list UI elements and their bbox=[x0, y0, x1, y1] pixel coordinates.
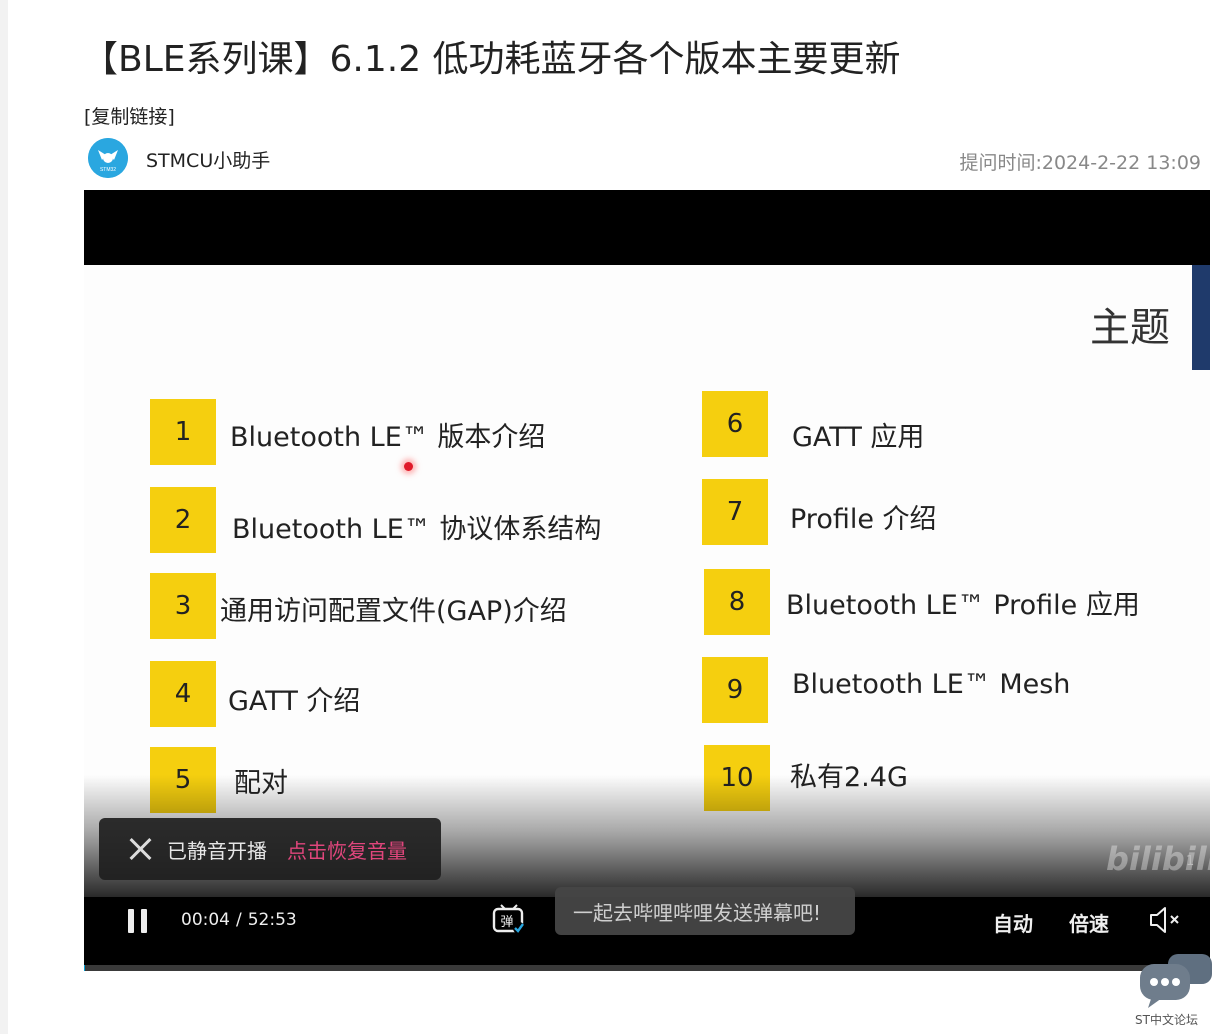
video-player[interactable]: 主题 1 Bluetooth LE™ 版本介绍 2 Bluetooth LE™ … bbox=[84, 190, 1210, 971]
topic-text: Profile 介绍 bbox=[790, 504, 937, 535]
topic-text: 通用访问配置文件(GAP)介绍 bbox=[220, 596, 567, 627]
topic-text: Bluetooth LE™ Profile 应用 bbox=[786, 590, 1140, 621]
ask-time: 提问时间:2024-2-22 13:09 bbox=[959, 148, 1201, 175]
topic-number: 4 bbox=[150, 661, 216, 727]
topic-text: GATT 应用 bbox=[792, 422, 925, 453]
topic-number: 1 bbox=[150, 399, 216, 465]
copy-link[interactable]: [复制链接] bbox=[84, 102, 175, 129]
avatar[interactable]: STM32 bbox=[88, 138, 128, 178]
danmaku-input[interactable]: 一起去哔哩哔哩发送弹幕吧! bbox=[555, 887, 855, 935]
slide-title: 主题 bbox=[1090, 305, 1170, 351]
time-display: 00:04 /52:53 bbox=[181, 910, 297, 930]
time-total: 52:53 bbox=[247, 910, 297, 930]
player-controls: 00:04 /52:53 弹 一起去哔哩哔哩发送弹幕吧! 自动 倍速 bbox=[84, 887, 1210, 967]
close-icon[interactable] bbox=[125, 834, 155, 864]
time-current: 00:04 bbox=[181, 910, 230, 930]
danmaku-toggle-icon[interactable]: 弹 bbox=[492, 903, 526, 935]
slide-accent-bar bbox=[1192, 265, 1210, 370]
topic-text: GATT 介绍 bbox=[228, 686, 361, 717]
topic-text: Bluetooth LE™ 协议体系结构 bbox=[232, 514, 602, 545]
avatar-text: STM32 bbox=[100, 167, 116, 173]
slide-page-number: 1 bbox=[1186, 854, 1195, 869]
quality-auto-button[interactable]: 自动 bbox=[993, 908, 1033, 937]
topic-number: 7 bbox=[702, 479, 768, 545]
topic-number: 8 bbox=[704, 569, 770, 635]
playback-speed-button[interactable]: 倍速 bbox=[1069, 908, 1109, 937]
time-separator: / bbox=[236, 910, 242, 930]
topic-text: Bluetooth LE™ 版本介绍 bbox=[230, 422, 546, 453]
forum-label[interactable]: ST中文论坛 bbox=[1135, 1011, 1198, 1028]
topic-number: 3 bbox=[150, 573, 216, 639]
topic-number: 2 bbox=[150, 487, 216, 553]
progress-bar[interactable] bbox=[84, 965, 1210, 971]
pause-icon[interactable] bbox=[128, 909, 148, 933]
topic-number: 6 bbox=[702, 391, 768, 457]
stm32-logo-icon: STM32 bbox=[88, 138, 128, 178]
danmaku-icon-label: 弹 bbox=[500, 915, 513, 930]
mute-status-text: 已静音开播 bbox=[167, 838, 267, 863]
article-title: 【BLE系列课】6.1.2 低功耗蓝牙各个版本主要更新 bbox=[82, 39, 901, 80]
progress-fill bbox=[84, 965, 86, 971]
bilibili-watermark: bilibili bbox=[1106, 840, 1210, 878]
restore-volume-link[interactable]: 点击恢复音量 bbox=[287, 835, 407, 864]
laser-pointer-dot bbox=[404, 462, 413, 471]
author-name[interactable]: STMCU小助手 bbox=[146, 146, 270, 173]
volume-muted-icon[interactable] bbox=[1148, 905, 1182, 935]
ask-time-label: 提问时间: bbox=[959, 152, 1042, 174]
mute-toast: 已静音开播 点击恢复音量 bbox=[99, 818, 441, 880]
topic-number: 9 bbox=[702, 657, 768, 723]
topic-text: Bluetooth LE™ Mesh bbox=[792, 669, 1071, 700]
page: 【BLE系列课】6.1.2 低功耗蓝牙各个版本主要更新 [复制链接] STM32… bbox=[8, 0, 1212, 1034]
ask-time-value: 2024-2-22 13:09 bbox=[1041, 152, 1201, 174]
